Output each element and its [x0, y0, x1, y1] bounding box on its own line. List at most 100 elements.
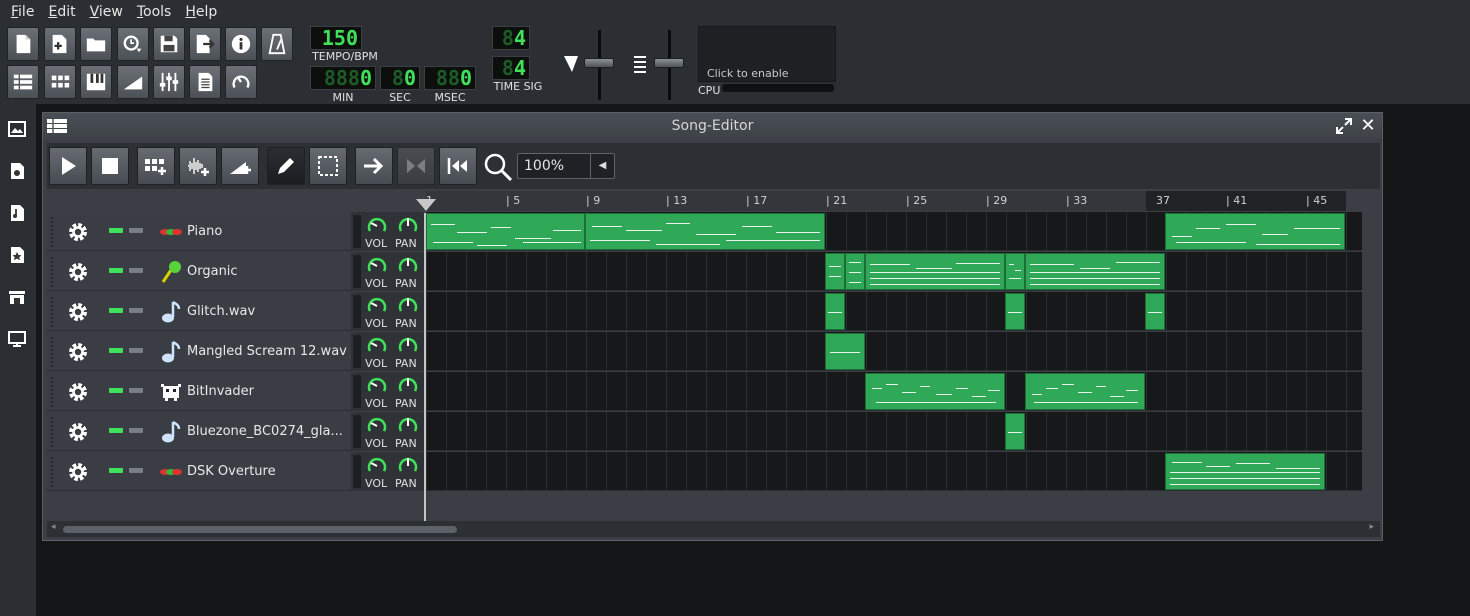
add-automation-track-button[interactable]	[221, 147, 259, 185]
sidebar-my-projects[interactable]	[6, 160, 28, 182]
pattern-clip[interactable]	[1025, 253, 1165, 290]
pan-knob[interactable]	[397, 295, 419, 317]
pattern-clip[interactable]	[1165, 453, 1325, 490]
volume-knob[interactable]	[366, 375, 388, 397]
gear-icon[interactable]	[65, 459, 91, 485]
sidebar-my-presets[interactable]	[6, 244, 28, 266]
gear-icon[interactable]	[65, 219, 91, 245]
menu-help[interactable]: Help	[178, 4, 224, 20]
timesig-denominator[interactable]: 84	[492, 56, 530, 80]
pattern-clip[interactable]	[825, 253, 845, 290]
master-pitch-slider[interactable]	[654, 58, 684, 68]
open-project-button[interactable]	[80, 27, 112, 61]
sample-clip[interactable]	[825, 333, 865, 370]
gear-icon[interactable]	[65, 299, 91, 325]
controller-rack-toggle[interactable]	[225, 65, 257, 99]
pan-knob[interactable]	[397, 375, 419, 397]
solo-button[interactable]	[129, 468, 143, 473]
sidebar-my-samples-audio[interactable]	[6, 202, 28, 224]
menu-edit[interactable]: Edit	[41, 4, 82, 20]
drag-handle[interactable]	[50, 456, 54, 487]
scroll-left-icon[interactable]: ◂	[51, 522, 56, 532]
horizontal-scrollbar[interactable]: ◂ ▸	[47, 521, 1380, 537]
track-name[interactable]: Glitch.wav	[187, 304, 255, 319]
menu-tools[interactable]: Tools	[130, 4, 179, 20]
stop-behaviour-button[interactable]	[439, 147, 477, 185]
track-lane[interactable]	[426, 212, 1362, 251]
drag-handle[interactable]	[50, 256, 54, 287]
track-name[interactable]: Piano	[187, 224, 222, 239]
sample-clip[interactable]	[1005, 293, 1025, 330]
pattern-clip[interactable]	[426, 213, 585, 250]
pan-knob[interactable]	[397, 215, 419, 237]
track-lane[interactable]	[426, 292, 1362, 331]
tempo-display[interactable]: 150	[310, 26, 362, 50]
edit-mode-button[interactable]	[309, 147, 347, 185]
pattern-clip[interactable]	[585, 213, 825, 250]
piano-roll-toggle[interactable]	[80, 65, 112, 99]
project-notes-toggle[interactable]	[189, 65, 221, 99]
track-name[interactable]: Organic	[187, 264, 238, 279]
volume-knob[interactable]	[366, 455, 388, 477]
beat-bassline-toggle[interactable]	[44, 65, 76, 99]
track-name[interactable]: Bluezone_BC0274_gla...	[187, 424, 343, 439]
track-lane[interactable]	[426, 372, 1362, 411]
volume-knob[interactable]	[366, 415, 388, 437]
mute-button[interactable]	[109, 308, 123, 313]
volume-knob[interactable]	[366, 255, 388, 277]
gear-icon[interactable]	[65, 379, 91, 405]
track-name[interactable]: BitInvader	[187, 384, 254, 399]
add-sample-track-button[interactable]	[179, 147, 217, 185]
sidebar-computer[interactable]	[6, 328, 28, 350]
sidebar-my-samples[interactable]	[6, 118, 28, 140]
track-lane[interactable]	[426, 412, 1362, 451]
song-editor-toggle[interactable]	[7, 65, 39, 99]
new-from-template-button[interactable]	[44, 27, 76, 61]
pan-knob[interactable]	[397, 415, 419, 437]
solo-button[interactable]	[129, 388, 143, 393]
volume-knob[interactable]	[366, 295, 388, 317]
new-project-button[interactable]	[7, 27, 39, 61]
auto-scroll-button[interactable]	[355, 147, 393, 185]
gear-icon[interactable]	[65, 419, 91, 445]
master-volume-slider[interactable]	[584, 58, 614, 68]
solo-button[interactable]	[129, 308, 143, 313]
close-icon[interactable]: ✕	[1358, 116, 1378, 136]
maximize-icon[interactable]	[1334, 116, 1354, 136]
pan-knob[interactable]	[397, 455, 419, 477]
mute-button[interactable]	[109, 468, 123, 473]
timeline-ruler[interactable]: 1 | 5 | 9 | 13 | 17 | 21 | 25 | 29 | 33 …	[426, 191, 1346, 211]
save-project-button[interactable]	[153, 27, 185, 61]
mute-button[interactable]	[109, 348, 123, 353]
pattern-clip[interactable]	[865, 253, 1005, 290]
scroll-right-icon[interactable]: ▸	[1369, 522, 1374, 532]
drag-handle[interactable]	[50, 336, 54, 367]
mixer-toggle[interactable]	[153, 65, 185, 99]
pattern-clip[interactable]	[865, 373, 1005, 410]
track-lane[interactable]	[426, 332, 1362, 371]
sample-clip[interactable]	[1145, 293, 1165, 330]
timesig-numerator[interactable]: 84	[492, 26, 530, 50]
menu-view[interactable]: View	[83, 4, 130, 20]
mute-button[interactable]	[109, 388, 123, 393]
drag-handle[interactable]	[50, 296, 54, 327]
recent-projects-button[interactable]	[117, 27, 149, 61]
mute-button[interactable]	[109, 268, 123, 273]
menu-file[interactable]: File	[4, 4, 41, 20]
zoom-combobox[interactable]: 100% ◀	[517, 153, 615, 179]
pattern-clip[interactable]	[1005, 253, 1025, 290]
song-editor-titlebar[interactable]: Song-Editor ✕	[43, 113, 1382, 139]
drag-handle[interactable]	[50, 216, 54, 247]
play-button[interactable]	[49, 147, 87, 185]
volume-knob[interactable]	[366, 335, 388, 357]
drag-handle[interactable]	[50, 416, 54, 447]
oscilloscope[interactable]: Click to enable	[698, 26, 836, 82]
track-name[interactable]: Mangled Scream 12.wav	[187, 344, 347, 359]
pattern-clip[interactable]	[845, 253, 865, 290]
solo-button[interactable]	[129, 428, 143, 433]
pattern-clip[interactable]	[1025, 373, 1145, 410]
mute-button[interactable]	[109, 228, 123, 233]
metronome-button[interactable]	[261, 27, 293, 61]
add-beat-bassline-button[interactable]	[137, 147, 175, 185]
gear-icon[interactable]	[65, 259, 91, 285]
